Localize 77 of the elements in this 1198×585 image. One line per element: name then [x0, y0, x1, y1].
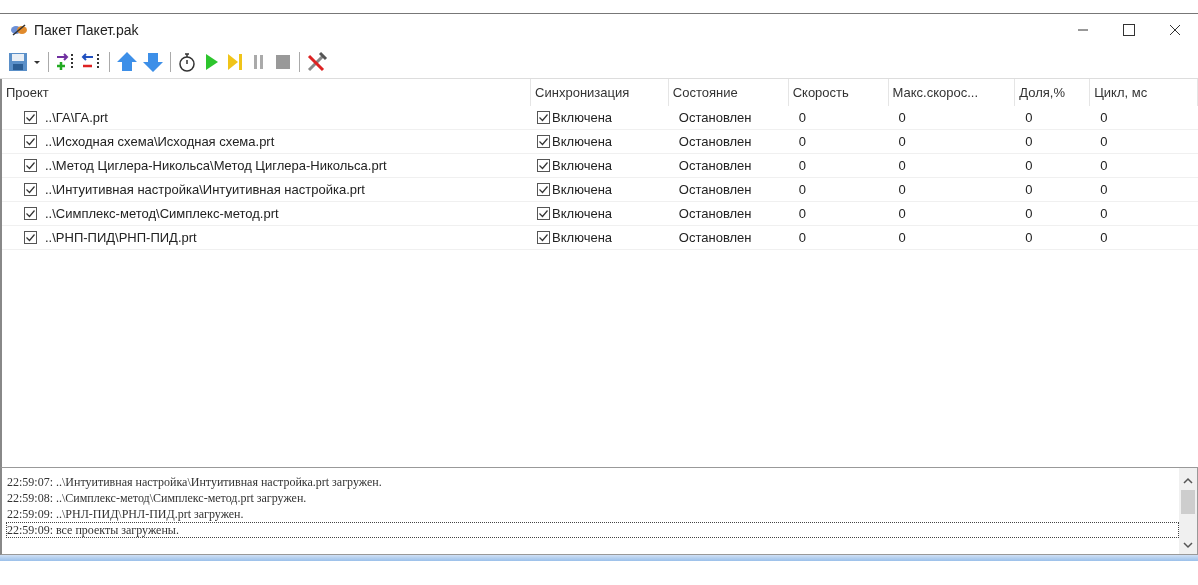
cycle-cell: 0 [1100, 158, 1108, 173]
project-path: ..\Исходная схема\Исходная схема.prt [45, 134, 275, 149]
cycle-cell: 0 [1100, 134, 1108, 149]
share-cell: 0 [1025, 206, 1033, 221]
share-cell: 0 [1025, 182, 1033, 197]
stop-icon[interactable] [273, 52, 293, 72]
checkbox[interactable] [24, 135, 37, 148]
cycle-cell: 0 [1100, 206, 1108, 221]
share-cell: 0 [1025, 134, 1033, 149]
project-path: ..\ГА\ГА.prt [45, 110, 108, 125]
sync-label: Включена [552, 110, 613, 125]
column-header[interactable]: Синхронизация [535, 85, 630, 100]
project-path: ..\Симплекс-метод\Симплекс-метод.prt [45, 206, 279, 221]
sync-label: Включена [552, 182, 613, 197]
speed-cell: 0 [798, 230, 806, 245]
stopwatch-icon[interactable] [177, 51, 197, 73]
app-logo-icon [10, 23, 28, 37]
max-speed-cell: 0 [898, 230, 906, 245]
sync-label: Включена [552, 134, 613, 149]
down-arrow-icon[interactable] [142, 51, 164, 73]
log-line: 22:59:09: ..\РНЛ-ПИД\РНЛ-ПИД.prt загружен. [6, 506, 245, 522]
checkbox[interactable] [537, 183, 551, 196]
state-cell: Остановлен [678, 230, 752, 245]
state-cell: Остановлен [678, 158, 752, 173]
column-header[interactable]: Макс.скорос... [892, 85, 978, 100]
speed-cell: 0 [798, 134, 806, 149]
log-line: 22:59:07: ..\Интуитивная настройка\Интуитивная настройка.prt загружен. [6, 474, 383, 490]
column-header[interactable]: Доля,% [1019, 85, 1065, 100]
cycle-cell: 0 [1100, 230, 1108, 245]
cycle-cell: 0 [1100, 110, 1108, 125]
project-path: ..\РНП-ПИД\РНП-ПИД.prt [45, 230, 197, 245]
speed-cell: 0 [798, 110, 806, 125]
speed-cell: 0 [798, 158, 806, 173]
sync-label: Включена [552, 206, 613, 221]
state-cell: Остановлен [678, 134, 752, 149]
column-header[interactable]: Скорость [792, 85, 849, 100]
checkbox[interactable] [537, 207, 551, 220]
log-line: 22:59:08: ..\Симплекс-метод\Симплекс-метод.prt загружен. [6, 490, 308, 506]
scroll-up-icon[interactable] [1182, 476, 1194, 486]
share-cell: 0 [1025, 158, 1033, 173]
project-path: ..\Интуитивная настройка\Интуитивная настройка.prt [45, 182, 365, 197]
checkbox[interactable] [537, 231, 551, 244]
max-speed-cell: 0 [898, 110, 906, 125]
checkbox[interactable] [24, 111, 37, 124]
speed-cell: 0 [798, 182, 806, 197]
checkbox[interactable] [24, 159, 37, 172]
sync-label: Включена [552, 230, 613, 245]
checkbox[interactable] [24, 231, 37, 244]
checkbox[interactable] [537, 135, 551, 148]
tools-icon[interactable] [306, 51, 328, 73]
maximize-icon[interactable] [1123, 24, 1135, 36]
up-arrow-icon[interactable] [116, 51, 138, 73]
max-speed-cell: 0 [898, 206, 906, 221]
scrollbar[interactable] [1179, 468, 1197, 554]
checkbox[interactable] [24, 207, 37, 220]
speed-cell: 0 [798, 206, 806, 221]
max-speed-cell: 0 [898, 134, 906, 149]
close-icon[interactable] [1169, 24, 1181, 36]
checkbox[interactable] [24, 183, 37, 196]
max-speed-cell: 0 [898, 158, 906, 173]
state-cell: Остановлен [678, 206, 752, 221]
window-title: Пакет Пакет.pak [34, 22, 139, 38]
scroll-down-icon[interactable] [1182, 540, 1194, 550]
column-header[interactable]: Цикл, мс [1094, 85, 1148, 100]
checkbox[interactable] [537, 159, 551, 172]
column-header[interactable]: Проект [6, 85, 49, 100]
column-header[interactable]: Состояние [672, 85, 738, 100]
state-cell: Остановлен [678, 182, 752, 197]
sync-label: Включена [552, 158, 613, 173]
share-cell: 0 [1025, 110, 1033, 125]
max-speed-cell: 0 [898, 182, 906, 197]
scroll-thumb[interactable] [1181, 490, 1195, 514]
cycle-cell: 0 [1100, 182, 1108, 197]
state-cell: Остановлен [678, 110, 752, 125]
share-cell: 0 [1025, 230, 1033, 245]
checkbox[interactable] [537, 111, 551, 124]
project-path: ..\Метод Циглера-Никольса\Метод Циглера-Никольса.prt [45, 158, 387, 173]
